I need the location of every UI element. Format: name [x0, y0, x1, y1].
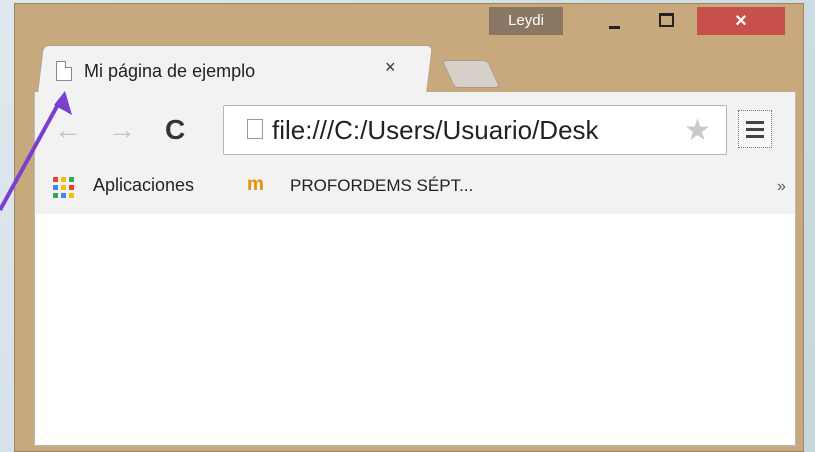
- annotation-arrow-head: [54, 91, 72, 115]
- annotation-arrow-line: [0, 98, 63, 211]
- annotation-arrow: [0, 91, 72, 211]
